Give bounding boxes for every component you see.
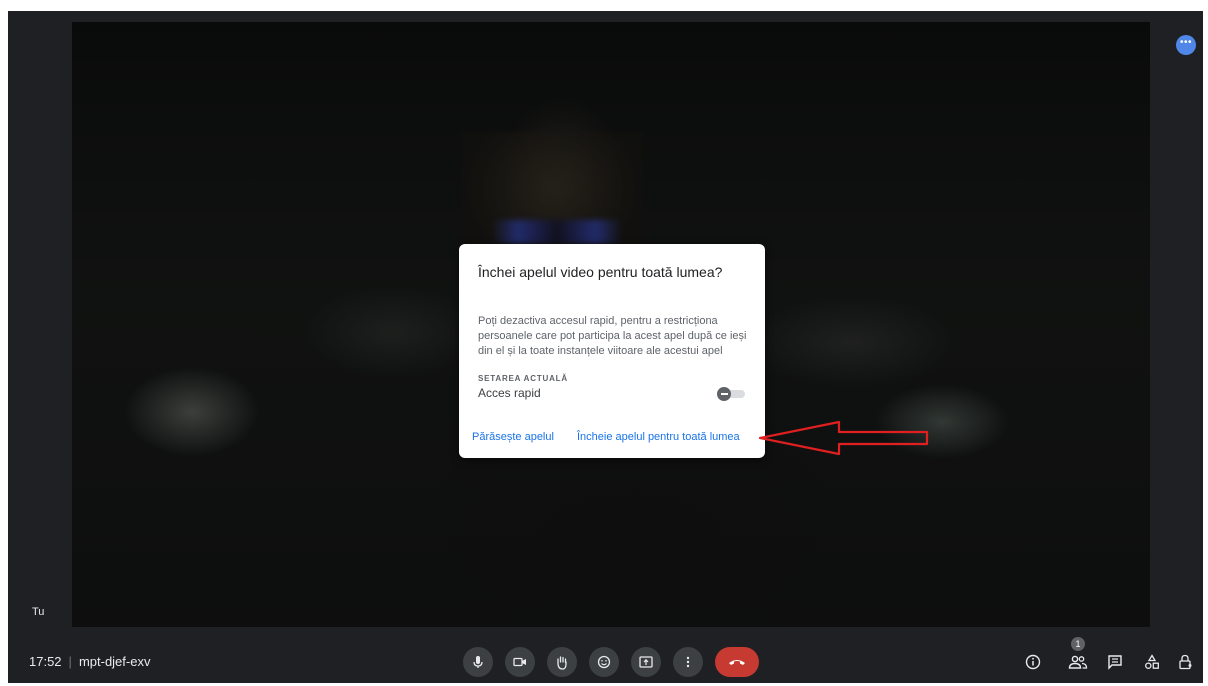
meeting-info: 17:52 | mpt-djef-exv xyxy=(29,654,150,669)
emoji-icon xyxy=(597,655,611,669)
toggle-knob xyxy=(717,387,731,401)
video-icon xyxy=(513,657,526,667)
host-controls-button[interactable] xyxy=(1175,651,1197,673)
current-setting-label: SETAREA ACTUALĂ xyxy=(478,374,568,383)
chat-button[interactable] xyxy=(1104,651,1126,673)
camera-button[interactable] xyxy=(505,647,535,677)
lock-person-icon xyxy=(1179,654,1192,670)
more-options-icon[interactable]: ••• xyxy=(1176,35,1196,55)
hand-icon xyxy=(557,655,567,670)
dialog-body: Poți dezactiva accesul rapid, pentru a r… xyxy=(478,315,747,357)
bottom-toolbar: 17:52 | mpt-djef-exv 1 xyxy=(8,637,1203,683)
dialog-title: Închei apelul video pentru toată lumea? xyxy=(478,264,723,280)
info-separator: | xyxy=(68,654,72,669)
more-vert-icon xyxy=(686,656,690,668)
end-call-for-everyone-button[interactable]: Încheie apelul pentru toată lumea xyxy=(577,431,740,443)
activities-button[interactable] xyxy=(1141,651,1163,673)
people-icon xyxy=(1068,655,1088,669)
participant-count-badge: 1 xyxy=(1071,637,1085,651)
self-name-label: Tu xyxy=(32,606,45,618)
shapes-icon xyxy=(1145,654,1159,669)
quick-access-toggle[interactable] xyxy=(717,387,747,401)
meeting-code: mpt-djef-exv xyxy=(78,654,151,669)
chat-icon xyxy=(1108,655,1122,670)
meeting-details-button[interactable] xyxy=(1022,651,1044,673)
leave-call-link[interactable]: Părăsește apelul xyxy=(472,431,554,443)
leave-call-button[interactable] xyxy=(715,647,759,677)
end-call-dialog: Închei apelul video pentru toată lumea? … xyxy=(459,244,765,458)
people-button[interactable] xyxy=(1067,651,1089,673)
clock-time: 17:52 xyxy=(29,654,62,669)
call-end-icon xyxy=(729,660,745,665)
quick-access-label: Acces rapid xyxy=(478,386,541,400)
info-icon xyxy=(1025,654,1041,670)
present-screen-button[interactable] xyxy=(631,647,661,677)
raise-hand-button[interactable] xyxy=(547,647,577,677)
more-options-button[interactable] xyxy=(673,647,703,677)
present-icon xyxy=(639,656,653,668)
annotation-arrow xyxy=(758,420,929,456)
reactions-button[interactable] xyxy=(589,647,619,677)
toggle-off-icon xyxy=(720,393,728,395)
microphone-button[interactable] xyxy=(463,647,493,677)
mic-icon xyxy=(473,656,483,668)
